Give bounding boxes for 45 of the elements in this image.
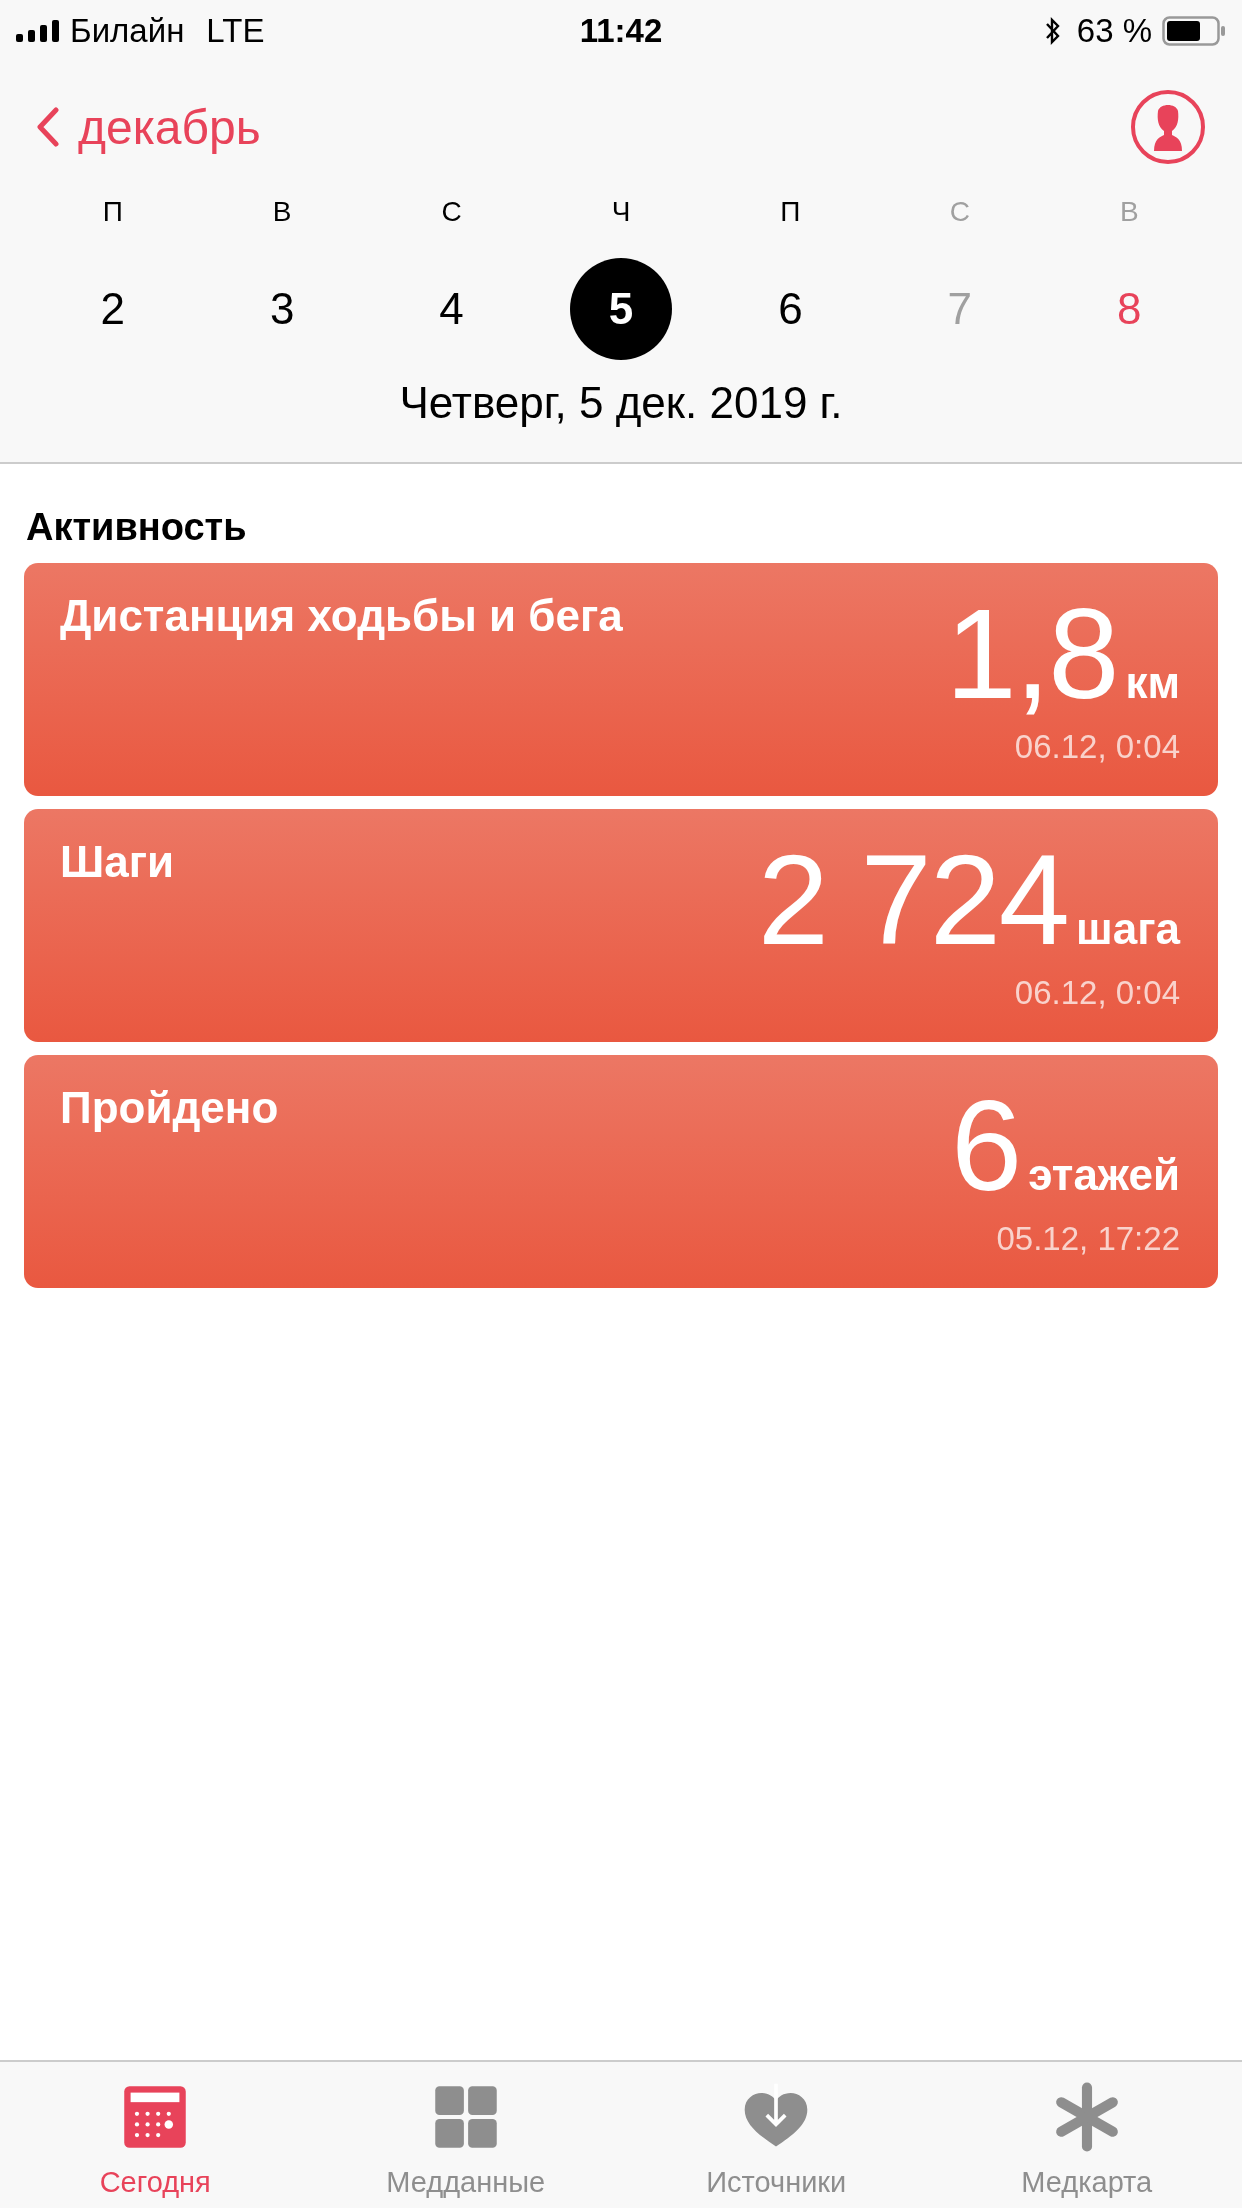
card-unit: этажей — [1028, 1150, 1180, 1200]
back-button[interactable]: декабрь — [36, 99, 261, 155]
day-button[interactable]: 3 — [231, 258, 334, 360]
card-value: 1,8 — [945, 594, 1118, 714]
battery-icon — [1162, 16, 1226, 46]
weekday-label: П — [102, 195, 123, 229]
tab[interactable]: Сегодня — [0, 2062, 311, 2208]
weekday-label: В — [272, 195, 292, 229]
activity-card[interactable]: Шаги 2 724 шага 06.12, 0:04 — [24, 809, 1218, 1042]
tab[interactable]: Медданные — [310, 2062, 621, 2208]
profile-icon[interactable] — [1130, 89, 1206, 165]
day-button[interactable]: 8 — [1078, 258, 1181, 360]
activity-card[interactable]: Пройдено 6 этажей 05.12, 17:22 — [24, 1055, 1218, 1288]
date-title: Четверг, 5 дек. 2019 г. — [398, 378, 844, 428]
day-button[interactable]: 6 — [739, 258, 842, 360]
day-button[interactable]: 4 — [400, 258, 503, 360]
signal-icon — [16, 20, 60, 42]
status-time: 11:42 — [579, 12, 663, 50]
bluetooth-icon — [1044, 17, 1061, 45]
card-value: 2 724 — [757, 840, 1069, 960]
card-title: Дистанция ходьбы и бега — [60, 591, 623, 642]
weekday-label: В — [1119, 195, 1139, 229]
day-button[interactable]: 2 — [61, 258, 164, 360]
card-time: 06.12, 0:04 — [1014, 974, 1180, 1012]
section-title: Активность — [25, 505, 248, 550]
weekday-label: С — [949, 195, 970, 229]
day-button[interactable]: 7 — [908, 258, 1011, 360]
battery-percent: 63 % — [1076, 12, 1152, 50]
card-unit: шага — [1076, 904, 1180, 954]
day-button[interactable]: 5 — [569, 258, 672, 360]
card-time: 06.12, 0:04 — [1014, 728, 1180, 766]
tab[interactable]: Источники — [621, 2062, 932, 2208]
network-type: LTE — [206, 12, 265, 50]
activity-card[interactable]: Дистанция ходьбы и бега 1,8 км 06.12, 0:04 — [24, 563, 1218, 796]
weekday-label: Ч — [611, 195, 631, 229]
tab[interactable]: Медкарта — [931, 2062, 1242, 2208]
card-title: Шаги — [60, 837, 175, 888]
carrier-name: Билайн — [70, 12, 185, 50]
card-title: Пройдено — [60, 1083, 279, 1134]
weekday-label: П — [780, 195, 801, 229]
weekday-label: С — [441, 195, 462, 229]
card-time: 05.12, 17:22 — [996, 1220, 1180, 1258]
card-value: 6 — [950, 1086, 1021, 1206]
chevron-icon — [36, 107, 60, 147]
card-unit: км — [1125, 658, 1180, 708]
